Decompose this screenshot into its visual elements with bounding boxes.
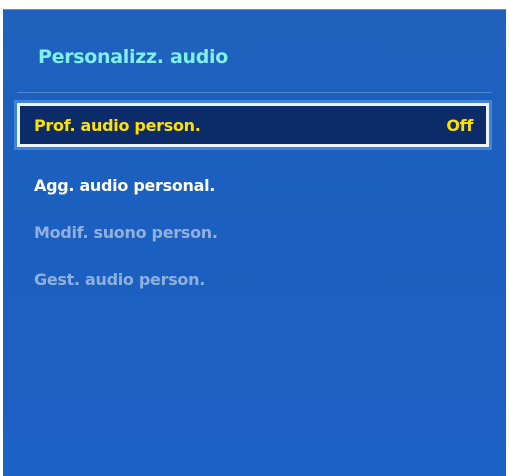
menu-item-gest-audio-person: Gest. audio person. bbox=[17, 257, 489, 301]
menu-item-label: Agg. audio personal. bbox=[34, 175, 216, 195]
title-divider bbox=[17, 92, 492, 93]
menu-item-modif-suono-person: Modif. suono person. bbox=[17, 210, 489, 254]
menu-title: Personalizz. audio bbox=[38, 46, 228, 68]
menu-item-value: Off bbox=[446, 115, 473, 135]
menu-item-label: Modif. suono person. bbox=[34, 222, 218, 242]
menu-item-label: Gest. audio person. bbox=[34, 269, 205, 289]
audio-menu-panel: Personalizz. audio Prof. audio person. O… bbox=[3, 9, 506, 476]
menu-item-prof-audio-person[interactable]: Prof. audio person. Off bbox=[14, 100, 492, 150]
menu-item-agg-audio-personal[interactable]: Agg. audio personal. bbox=[17, 163, 489, 207]
menu-item-label: Prof. audio person. bbox=[34, 115, 201, 135]
